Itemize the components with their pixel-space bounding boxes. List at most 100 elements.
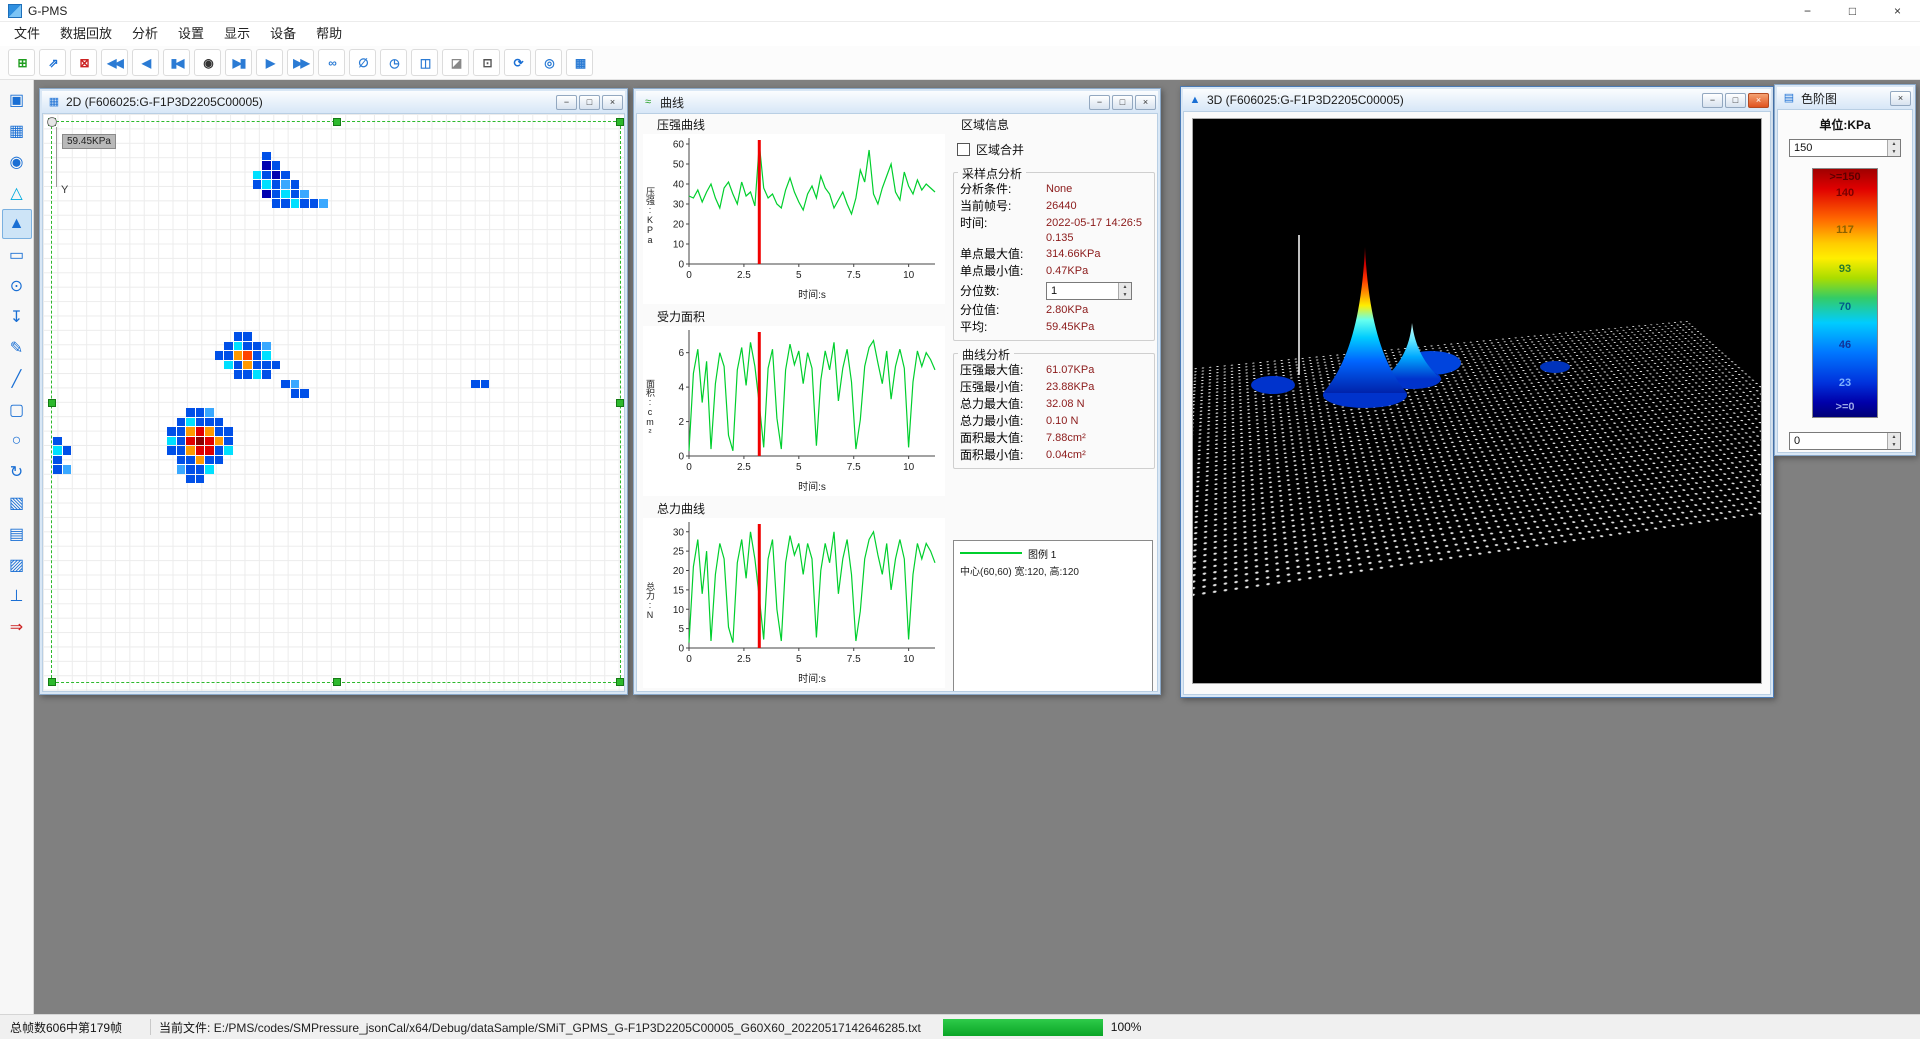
- prev-frame-button[interactable]: ◀: [132, 49, 159, 76]
- 2d-maximize-button[interactable]: □: [579, 95, 600, 110]
- ellipse-tool[interactable]: ⊙: [2, 271, 32, 301]
- link-button[interactable]: ∞: [318, 49, 345, 76]
- menu-settings[interactable]: 设置: [168, 23, 214, 45]
- 3d-titlebar[interactable]: ▲ 3D (F606025:G-F1P3D2205C00005) − □ ×: [1183, 89, 1771, 111]
- area-chart[interactable]: 024602.557.510时间:s: [643, 326, 941, 494]
- heatmap-cell: [234, 361, 243, 370]
- colorscale-min-input[interactable]: 0 ▲ ▼: [1789, 432, 1901, 450]
- quantile-spinbox[interactable]: 1 ▲ ▼: [1046, 282, 1132, 300]
- refresh-button[interactable]: ⟳: [504, 49, 531, 76]
- heatmap-cell: [281, 171, 290, 180]
- heatmap-cell: [243, 370, 252, 379]
- line-tool[interactable]: ╱: [2, 364, 32, 394]
- heatmap-2d-canvas[interactable]: 59.45KPa Y: [42, 113, 625, 692]
- last-frame-button[interactable]: ▶▮: [225, 49, 252, 76]
- add-button[interactable]: ⊞: [8, 49, 35, 76]
- curves-titlebar[interactable]: ≈ 曲线 − □ ×: [636, 91, 1158, 113]
- pin-tool[interactable]: ↧: [2, 302, 32, 332]
- heatmap-cell: [177, 446, 186, 455]
- colorscale-close-button[interactable]: ×: [1890, 91, 1911, 106]
- 3d-close-button[interactable]: ×: [1748, 93, 1769, 108]
- menu-file[interactable]: 文件: [4, 23, 50, 45]
- colorscale-titlebar[interactable]: ▤ 色阶图 ×: [1777, 87, 1913, 109]
- menu-data-playback[interactable]: 数据回放: [50, 23, 122, 45]
- play-button[interactable]: ▶: [256, 49, 283, 76]
- curves-close-button[interactable]: ×: [1135, 95, 1156, 110]
- spin-down-icon[interactable]: ▼: [1888, 441, 1900, 449]
- region-selection-frame[interactable]: 59.45KPa Y: [51, 121, 621, 683]
- layers-tool[interactable]: ▣: [2, 85, 32, 115]
- menu-device[interactable]: 设备: [260, 23, 306, 45]
- svg-text:7.5: 7.5: [847, 270, 861, 281]
- svg-text:5: 5: [796, 270, 802, 281]
- spin-up-icon[interactable]: ▲: [1119, 283, 1131, 291]
- force-chart[interactable]: 05101520253002.557.510时间:s: [643, 518, 941, 686]
- 2d-minimize-button[interactable]: −: [556, 95, 577, 110]
- heatmap-cell: [262, 370, 271, 379]
- timer-button[interactable]: ◷: [380, 49, 407, 76]
- 3d-minimize-button[interactable]: −: [1702, 93, 1723, 108]
- resize-handle[interactable]: [48, 678, 56, 686]
- heatmap-cell: [471, 380, 480, 389]
- resize-handle[interactable]: [616, 399, 624, 407]
- colorscale-max-input[interactable]: 150 ▲ ▼: [1789, 139, 1901, 157]
- matrix-tool[interactable]: ▤: [2, 519, 32, 549]
- pen-tool[interactable]: ✎: [2, 333, 32, 363]
- delete-button[interactable]: ⊠: [70, 49, 97, 76]
- heatmap-cell: [234, 351, 243, 360]
- rewind-button[interactable]: ◀◀: [101, 49, 128, 76]
- 3d-maximize-button[interactable]: □: [1725, 93, 1746, 108]
- resize-handle[interactable]: [333, 118, 341, 126]
- triangle-tool[interactable]: ▲: [2, 209, 32, 239]
- resize-handle[interactable]: [333, 678, 341, 686]
- spin-down-icon[interactable]: ▼: [1119, 291, 1131, 299]
- close-button[interactable]: ×: [1875, 0, 1920, 22]
- resize-handle[interactable]: [616, 678, 624, 686]
- resize-handle[interactable]: [616, 118, 624, 126]
- curves-maximize-button[interactable]: □: [1112, 95, 1133, 110]
- menu-analysis[interactable]: 分析: [122, 23, 168, 45]
- stamp-button[interactable]: ◎: [535, 49, 562, 76]
- dashed-rect-tool[interactable]: ▢: [2, 395, 32, 425]
- fast-forward-button[interactable]: ▶▶: [287, 49, 314, 76]
- export-button[interactable]: ⇗: [39, 49, 66, 76]
- 3d-body: [1183, 111, 1771, 695]
- region-merge-checkbox[interactable]: [957, 143, 970, 156]
- spin-down-icon[interactable]: ▼: [1888, 148, 1900, 156]
- exit-tool[interactable]: ⇒: [2, 612, 32, 642]
- video-start-button[interactable]: ◫: [411, 49, 438, 76]
- curves-minimize-button[interactable]: −: [1089, 95, 1110, 110]
- rotate-tool[interactable]: ↻: [2, 457, 32, 487]
- maximize-button[interactable]: □: [1830, 0, 1875, 22]
- heatmap-cell: [262, 180, 271, 189]
- chart-tool[interactable]: ▧: [2, 488, 32, 518]
- stop-button[interactable]: ◉: [194, 49, 221, 76]
- surface-plot-canvas[interactable]: [1192, 118, 1762, 684]
- menu-display[interactable]: 显示: [214, 23, 260, 45]
- pressure-chart[interactable]: 010203040506002.557.510时间:s: [643, 134, 941, 302]
- menu-help[interactable]: 帮助: [306, 23, 352, 45]
- 2d-close-button[interactable]: ×: [602, 95, 623, 110]
- svg-text:10: 10: [903, 462, 915, 473]
- first-frame-button[interactable]: ▮◀: [163, 49, 190, 76]
- ruler-tool[interactable]: ⊥: [2, 581, 32, 611]
- spin-up-icon[interactable]: ▲: [1888, 433, 1900, 441]
- report-tool[interactable]: ▨: [2, 550, 32, 580]
- colorscale-icon: ▤: [1781, 90, 1797, 106]
- grid-tool[interactable]: ▦: [2, 116, 32, 146]
- target-tool[interactable]: ◉: [2, 147, 32, 177]
- video-stop-button[interactable]: ◪: [442, 49, 469, 76]
- unlink-button[interactable]: ∅: [349, 49, 376, 76]
- resize-handle[interactable]: [48, 399, 56, 407]
- triangle-outline-tool[interactable]: △: [2, 178, 32, 208]
- rect-tool[interactable]: ▭: [2, 240, 32, 270]
- minimize-button[interactable]: −: [1785, 0, 1830, 22]
- window-2d-titlebar[interactable]: ▦ 2D (F606025:G-F1P3D2205C00005) − □ ×: [42, 91, 625, 113]
- dashed-circle-tool[interactable]: ○: [2, 426, 32, 456]
- display-button[interactable]: ⊡: [473, 49, 500, 76]
- spin-up-icon[interactable]: ▲: [1888, 140, 1900, 148]
- info-row: 面积最小值: 0.04cm²: [960, 447, 1150, 464]
- calendar-button[interactable]: ▦: [566, 49, 593, 76]
- region-origin-marker[interactable]: [47, 117, 57, 127]
- heatmap-cell: [224, 361, 233, 370]
